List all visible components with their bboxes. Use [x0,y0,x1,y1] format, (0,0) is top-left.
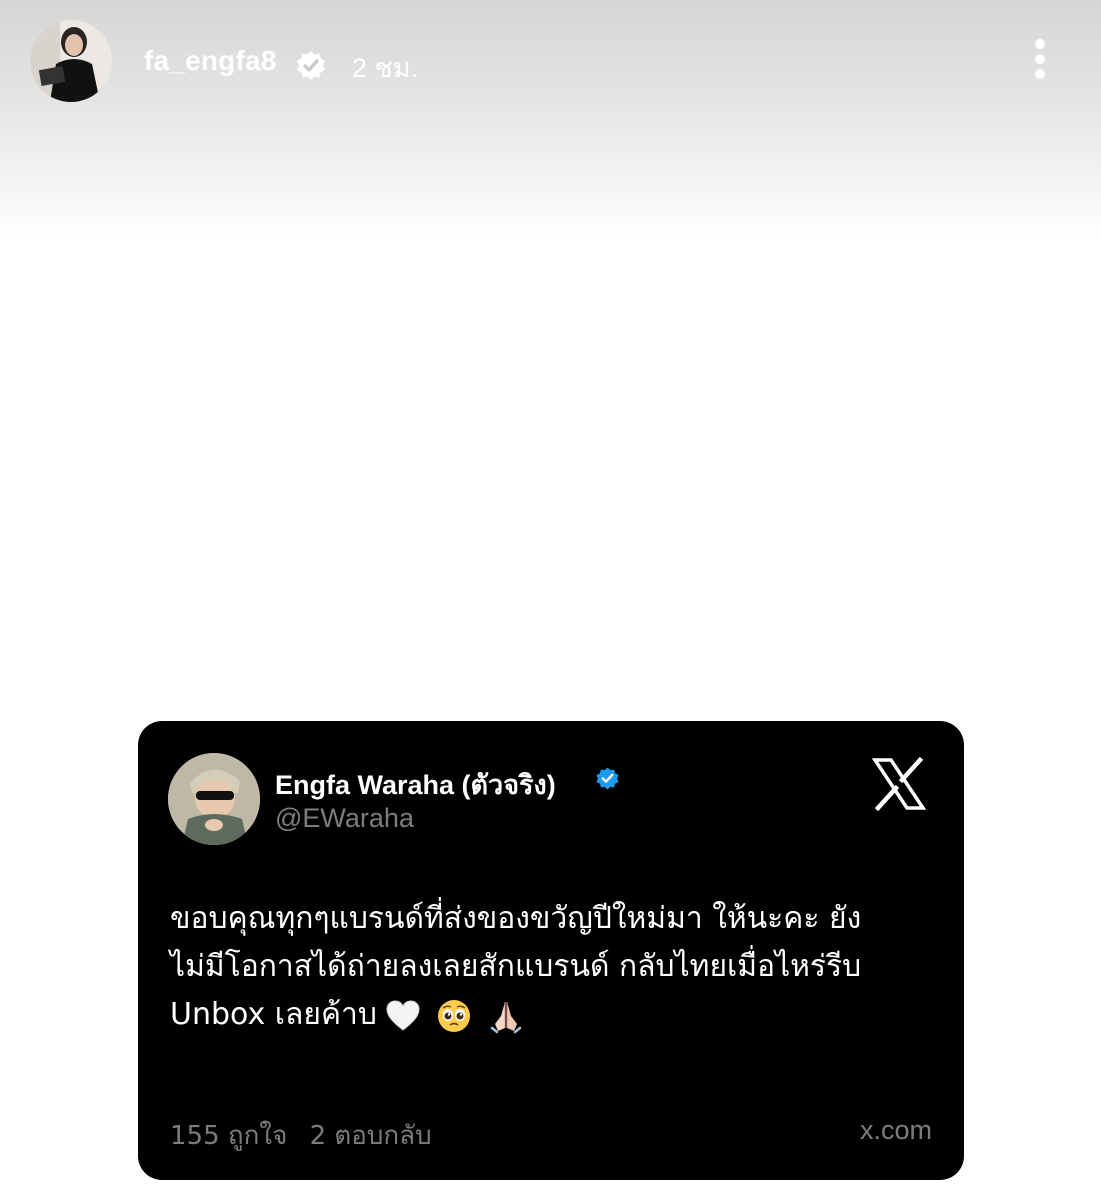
tweet-text-line-end: Unbox เลยค้าบ [170,997,377,1032]
profile-photo-icon [30,20,112,102]
likes-count: 155 ถูกใจ [170,1121,288,1151]
story-time-ago: 2 ชม. [352,53,419,83]
more-options-button[interactable] [1022,36,1058,84]
verified-badge-icon [297,51,325,80]
tweet-stats: 155 ถูกใจ 2 ตอบกลับ [170,1115,446,1156]
story-avatar[interactable] [30,20,112,102]
tweet-display-name: Engfa Waraha (ตัวจริง) [275,770,556,800]
emoji-row [385,992,530,1040]
pleading-face-icon [438,1000,471,1032]
tweet-text-line: ไม่มีโอกาสได้ถ่ายลงเลยสักแบรนด์ กลับไทยเ… [170,949,862,984]
story-username[interactable]: fa_engfa8 [144,45,277,77]
tweet-text-line: Unbox เลยค้าบ [170,991,940,1040]
tweet-text-line: ขอบคุณทุกๆแบรนด์ที่ส่งของขวัญปีใหม่มา ให… [170,901,862,936]
child-with-sunglasses-photo-icon [168,753,260,845]
folded-hands-icon [490,1002,522,1034]
more-vertical-icon [1035,39,1045,79]
tweet-handle: @EWaraha [275,803,414,833]
replies-count: 2 ตอบกลับ [309,1121,432,1151]
white-heart-icon [386,1000,420,1031]
tweet-source-link[interactable]: x.com [860,1115,932,1146]
tweet-avatar [168,753,260,845]
verified-blue-badge-icon [596,767,619,790]
tweet-text: ขอบคุณทุกๆแบรนด์ที่ส่งของขวัญปีใหม่มา ให… [170,895,940,1040]
x-logo-icon[interactable] [872,757,926,811]
tweet-card: Engfa Waraha (ตัวจริง) @EWaraha ขอบคุณทุ… [138,721,964,1180]
story-header: fa_engfa8 2 ชม. [0,0,1101,120]
